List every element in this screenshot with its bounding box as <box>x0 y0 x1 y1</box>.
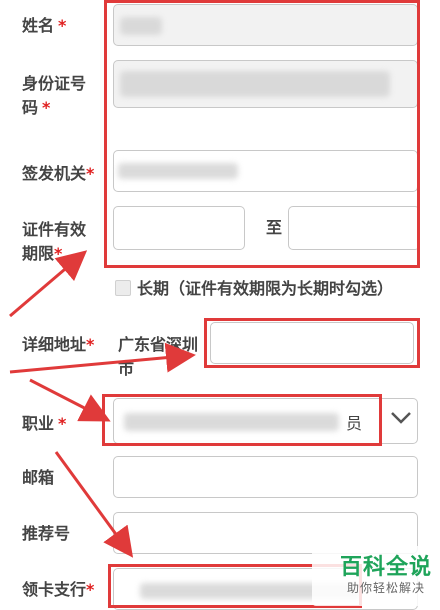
required-mark: * <box>86 580 95 599</box>
redacted-text <box>124 413 339 431</box>
required-mark: * <box>86 164 95 183</box>
issuer-label: 签发机关* <box>22 164 95 183</box>
chevron-down-icon[interactable] <box>388 408 414 432</box>
address-label: 详细地址* <box>22 335 95 354</box>
branch-label: 领卡支行* <box>22 580 95 599</box>
watermark: 百科全说 助你轻松解决 <box>340 549 432 596</box>
redacted-text <box>120 71 390 97</box>
job-select-value-tail: 员 <box>346 414 363 433</box>
name-label: 姓名 * <box>22 16 67 35</box>
arrow-to-job <box>29 378 111 422</box>
required-mark: * <box>54 244 63 263</box>
issuer-input[interactable] <box>113 150 418 192</box>
watermark-sub: 助你轻松解决 <box>346 581 425 595</box>
arrow-to-validity <box>9 250 88 318</box>
id-number-label: 身份证号 码 * <box>22 74 87 117</box>
required-mark: * <box>58 414 67 433</box>
id-number-input[interactable] <box>113 60 418 108</box>
referral-label: 推荐号 <box>22 524 71 543</box>
address-prefix: 广东省深圳 市 <box>118 335 199 378</box>
required-mark: * <box>58 16 67 35</box>
email-input[interactable] <box>113 456 418 498</box>
redacted-text <box>118 163 238 179</box>
required-mark: * <box>86 335 95 354</box>
validity-label: 证件有效 期限* <box>22 220 87 263</box>
to-label: 至 <box>266 218 283 237</box>
long-term-checkbox[interactable] <box>115 280 131 296</box>
email-label: 邮箱 <box>22 468 55 487</box>
validity-end-input[interactable] <box>288 206 420 250</box>
redacted-text <box>120 17 162 35</box>
address-input[interactable] <box>210 322 414 364</box>
name-input[interactable] <box>113 4 418 46</box>
long-term-label: 长期（证件有效期限为长期时勾选） <box>137 279 394 298</box>
job-select[interactable]: 员 <box>113 398 418 444</box>
required-mark: * <box>42 98 51 117</box>
job-label: 职业 * <box>22 414 67 433</box>
validity-start-input[interactable] <box>113 206 245 250</box>
watermark-main: 百科全说 <box>339 555 432 580</box>
